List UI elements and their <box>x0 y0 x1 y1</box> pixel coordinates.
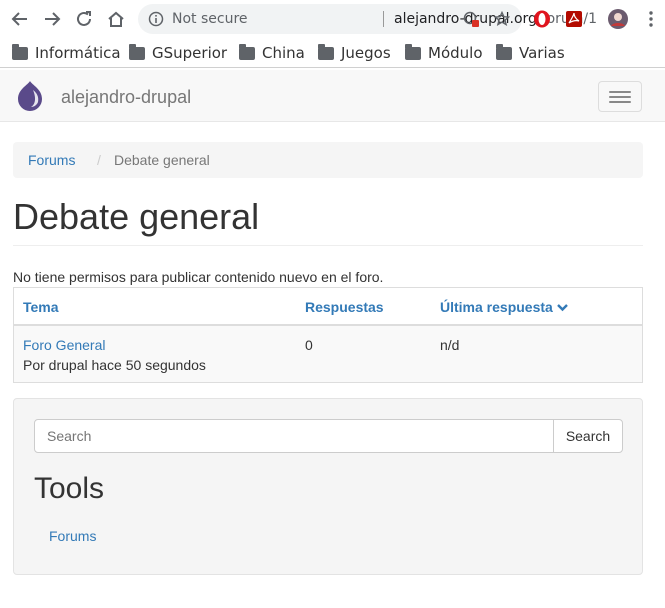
folder-icon <box>318 43 334 60</box>
bookmarks-bar: Informática GSuperior China Juegos Módul… <box>0 38 665 68</box>
tools-heading: Tools <box>34 472 105 505</box>
opera-extension-icon[interactable] <box>532 9 552 29</box>
page-title: Debate general <box>13 196 260 237</box>
star-icon[interactable] <box>494 11 510 27</box>
bookmark-label: Informática <box>35 44 121 62</box>
folder-icon <box>129 43 145 60</box>
translate-blocked-icon[interactable] <box>463 11 479 27</box>
bookmark-gsuperior[interactable]: GSuperior <box>129 42 227 64</box>
folder-icon <box>496 43 512 60</box>
sidebar-well: Search Tools Forums <box>13 398 643 575</box>
forward-button[interactable] <box>40 7 64 31</box>
reload-icon <box>77 11 91 26</box>
topic-link[interactable]: Foro General <box>23 337 105 353</box>
avatar[interactable] <box>608 9 628 29</box>
address-bar[interactable]: Not secure alejandro-drupal.org/forum/1 <box>138 4 597 34</box>
column-header-replies[interactable]: Respuestas <box>305 299 384 315</box>
column-header-last-reply[interactable]: Última respuesta <box>440 299 568 315</box>
folder-icon <box>239 43 255 60</box>
breadcrumb-current: Debate general <box>114 152 210 168</box>
home-icon <box>108 11 124 27</box>
search-button[interactable]: Search <box>553 419 623 453</box>
table-row: Foro General Por drupal hace 50 segundos… <box>14 326 642 382</box>
bookmark-label: GSuperior <box>152 44 228 62</box>
forum-topics-table: Tema Respuestas Última respuesta Foro Ge… <box>13 287 643 383</box>
bookmark-china[interactable]: China <box>239 42 305 64</box>
topic-last-reply: n/d <box>440 337 460 353</box>
bookmark-modulo[interactable]: Módulo <box>405 42 483 64</box>
hamburger-bar <box>609 101 631 103</box>
arrow-right-icon <box>45 12 61 26</box>
permission-notice: No tiene permisos para publicar contenid… <box>13 269 384 285</box>
tools-forums-link[interactable]: Forums <box>49 528 96 544</box>
bookmark-label: Juegos <box>341 44 391 62</box>
folder-icon <box>12 43 28 60</box>
bookmark-informatica[interactable]: Informática <box>12 42 121 64</box>
bookmark-label: Módulo <box>428 44 483 62</box>
info-icon[interactable] <box>148 11 164 27</box>
bookmark-varias[interactable]: Varias <box>496 42 565 64</box>
breadcrumb-forums-link[interactable]: Forums <box>28 152 75 168</box>
site-name[interactable]: alejandro-drupal <box>61 87 191 108</box>
menu-toggle-button[interactable] <box>598 81 642 112</box>
column-header-topic[interactable]: Tema <box>23 299 59 315</box>
security-label: Not secure <box>172 11 248 27</box>
bookmark-juegos[interactable]: Juegos <box>318 42 391 64</box>
browser-toolbar: Not secure alejandro-drupal.org/forum/1 <box>0 0 665 38</box>
reload-button[interactable] <box>72 7 96 31</box>
title-divider <box>13 245 643 246</box>
chevron-down-icon <box>556 304 568 312</box>
hamburger-bar <box>609 91 631 93</box>
breadcrumb-separator: / <box>97 152 101 168</box>
hamburger-bar <box>609 96 631 98</box>
topic-replies: 0 <box>305 337 313 353</box>
back-button[interactable] <box>8 7 32 31</box>
arrow-left-icon <box>11 12 27 26</box>
folder-icon <box>405 43 421 60</box>
pdf-extension-icon[interactable] <box>564 9 584 29</box>
bookmark-label: China <box>262 44 305 62</box>
site-navbar: alejandro-drupal <box>0 70 665 122</box>
drupal-logo-icon[interactable] <box>16 80 44 112</box>
home-button[interactable] <box>104 7 128 31</box>
more-menu-icon[interactable] <box>641 9 661 29</box>
search-input[interactable] <box>34 419 554 453</box>
omnibox-divider <box>383 11 384 27</box>
bookmark-label: Varias <box>519 44 565 62</box>
column-header-last-reply-label: Última respuesta <box>440 299 553 315</box>
breadcrumb: Forums / Debate general <box>13 142 643 178</box>
topic-byline: Por drupal hace 50 segundos <box>23 357 206 373</box>
